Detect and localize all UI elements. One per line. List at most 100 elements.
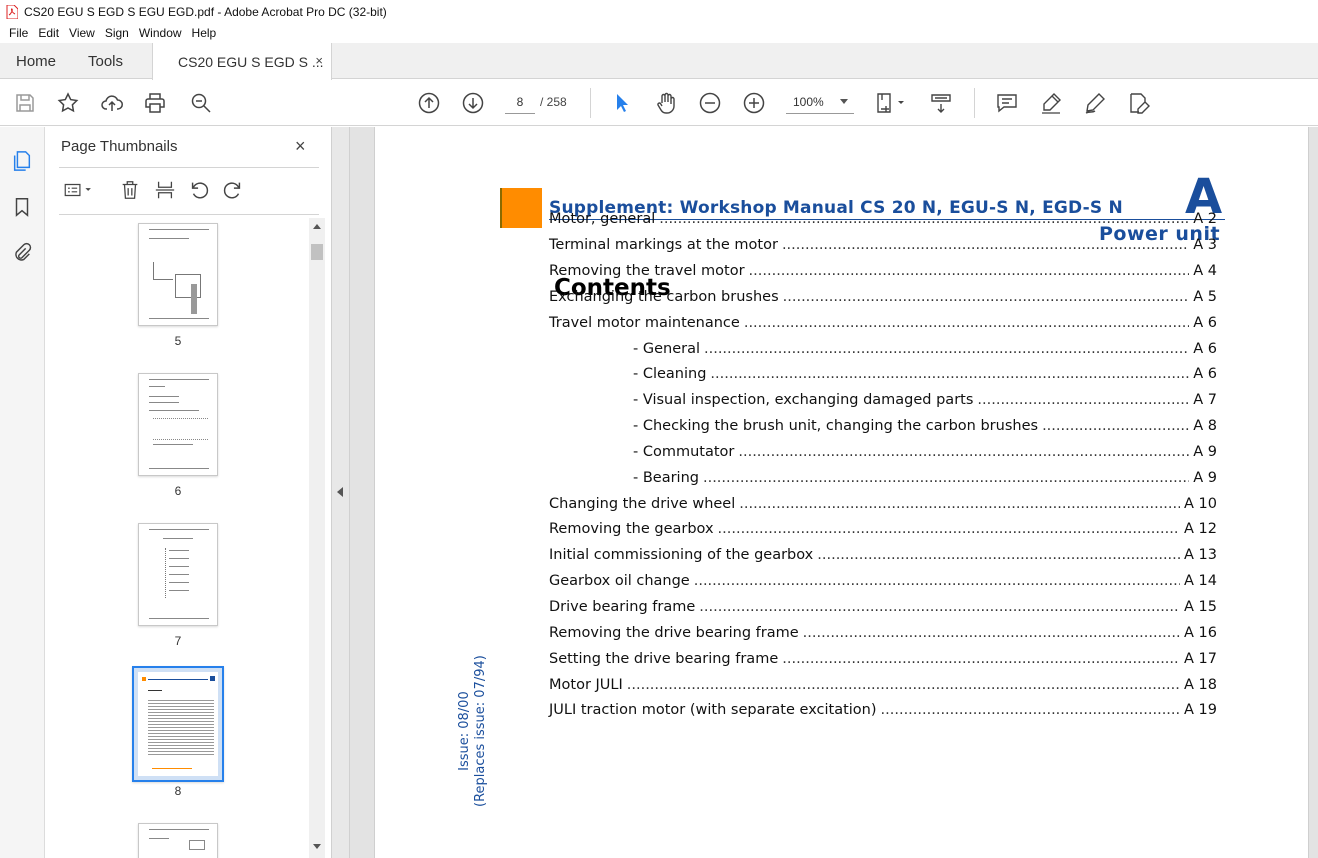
menu-edit[interactable]: Edit <box>38 26 59 40</box>
toc-entry[interactable]: - Commutator............................… <box>549 444 1217 464</box>
menu-window[interactable]: Window <box>139 26 182 40</box>
panel-splitter[interactable] <box>331 127 350 858</box>
search-icon <box>191 93 211 113</box>
toc-entry[interactable]: Removing the travel motor...............… <box>549 263 1217 283</box>
toc-entry-page: A 5 <box>1193 289 1217 305</box>
toc-leader-dots: ........................................… <box>710 366 1189 382</box>
thumbnail-page-number: 7 <box>174 634 182 648</box>
page-fit-icon <box>877 93 904 113</box>
menu-file[interactable]: File <box>9 26 28 40</box>
page-fit-button[interactable] <box>872 90 908 116</box>
tab-document[interactable]: CS20 EGU S EGD S ... × <box>152 43 332 80</box>
fill-sign-button[interactable] <box>1126 90 1152 116</box>
draw-button[interactable] <box>1082 90 1108 116</box>
thumbnails-scrollbar[interactable] <box>309 218 325 858</box>
toc-entry[interactable]: Drive bearing frame.....................… <box>549 599 1217 619</box>
toc-entry[interactable]: Changing the drive wheel................… <box>549 496 1217 516</box>
toc-entry[interactable]: Motor, general..........................… <box>549 211 1217 231</box>
thumbnail-options-button[interactable] <box>59 177 99 203</box>
upload-button[interactable] <box>99 90 125 116</box>
toc-leader-dots: ........................................… <box>782 651 1181 667</box>
page-thumbnail-5[interactable] <box>138 223 218 326</box>
select-tool-button[interactable] <box>609 90 635 116</box>
page-number-input[interactable]: 8 <box>505 90 535 114</box>
toc-entry-page: A 13 <box>1184 547 1217 563</box>
highlighter-icon <box>1042 93 1061 114</box>
page-thumbnails-nav-button[interactable] <box>10 149 34 173</box>
menu-view[interactable]: View <box>69 26 95 40</box>
toc-entry-title: Removing the drive bearing frame <box>549 625 799 641</box>
scroll-up-icon[interactable] <box>313 224 321 229</box>
plus-circle-icon <box>743 92 765 114</box>
toc-entry-page: A 8 <box>1193 418 1217 434</box>
rotate-right-button[interactable] <box>220 177 246 203</box>
tab-home[interactable]: Home <box>16 43 56 79</box>
panel-divider <box>59 167 319 168</box>
menu-help[interactable]: Help <box>192 26 217 40</box>
toc-entry[interactable]: - Checking the brush unit, changing the … <box>549 418 1217 438</box>
rotate-left-button[interactable] <box>186 177 212 203</box>
scroll-mode-icon <box>931 94 951 113</box>
bookmarks-nav-button[interactable] <box>10 195 34 219</box>
zoom-out-button[interactable] <box>697 90 723 116</box>
toc-entry-title: JULI traction motor (with separate excit… <box>549 702 877 718</box>
zoom-value: 100% <box>793 94 824 109</box>
menu-sign[interactable]: Sign <box>105 26 129 40</box>
hand-icon <box>657 92 675 114</box>
toc-entry-page: A 10 <box>1184 496 1217 512</box>
toc-entry[interactable]: Travel motor maintenance................… <box>549 315 1217 335</box>
hand-tool-button[interactable] <box>653 90 679 116</box>
comment-button[interactable] <box>994 90 1020 116</box>
save-button[interactable] <box>12 90 38 116</box>
toc-entry[interactable]: Terminal markings at the motor..........… <box>549 237 1217 257</box>
next-page-button[interactable] <box>460 90 486 116</box>
toc-entry-title: Gearbox oil change <box>549 573 690 589</box>
toc-entry-title: - Bearing <box>633 470 699 486</box>
toc-entry-title: Initial commissioning of the gearbox <box>549 547 814 563</box>
bookmark-star-button[interactable] <box>55 90 81 116</box>
toc-entry[interactable]: Exchanging the carbon brushes...........… <box>549 289 1217 309</box>
page-thumbnail-6[interactable] <box>138 373 218 476</box>
toc-entry[interactable]: JULI traction motor (with separate excit… <box>549 702 1217 722</box>
panel-close-icon[interactable]: × <box>295 136 306 157</box>
tab-close-icon[interactable]: × <box>315 53 323 68</box>
scroll-down-icon[interactable] <box>313 844 321 849</box>
pen-icon <box>1085 93 1105 114</box>
previous-page-button[interactable] <box>416 90 442 116</box>
toc-entry[interactable]: Removing the gearbox....................… <box>549 521 1217 541</box>
toc-entry[interactable]: - Bearing...............................… <box>549 470 1217 490</box>
highlight-button[interactable] <box>1038 90 1064 116</box>
page-thumbnail-7[interactable] <box>138 523 218 626</box>
toc-entry[interactable]: Setting the drive bearing frame.........… <box>549 651 1217 671</box>
thumbnail-page-number: 8 <box>174 784 182 798</box>
toc-entry[interactable]: - General...............................… <box>549 341 1217 361</box>
toc-entry[interactable]: Initial commissioning of the gearbox....… <box>549 547 1217 567</box>
rotate-cw-icon <box>223 182 241 199</box>
extract-page-button[interactable] <box>152 177 178 203</box>
page-thumbnail-8-selected[interactable] <box>132 666 224 782</box>
delete-page-button[interactable] <box>117 177 143 203</box>
toc-entry-title: Changing the drive wheel <box>549 496 736 512</box>
scrollbar-thumb[interactable] <box>311 244 323 260</box>
document-viewport[interactable]: Supplement: Workshop Manual CS 20 N, EGU… <box>350 127 1318 858</box>
toc-entry[interactable]: Removing the drive bearing frame........… <box>549 625 1217 645</box>
toc-entry[interactable]: - Cleaning..............................… <box>549 366 1217 386</box>
toc-entry[interactable]: - Visual inspection, exchanging damaged … <box>549 392 1217 412</box>
find-button[interactable] <box>188 90 214 116</box>
toc-entry[interactable]: Gearbox oil change......................… <box>549 573 1217 593</box>
zoom-select[interactable]: 100% <box>786 90 854 114</box>
page-thumbnail-9[interactable] <box>138 823 218 858</box>
tab-tools[interactable]: Tools <box>88 43 123 79</box>
scroll-mode-button[interactable] <box>928 90 954 116</box>
toc-leader-dots: ........................................… <box>817 547 1180 563</box>
attachments-nav-button[interactable] <box>10 241 34 265</box>
toc-entry[interactable]: Motor JULI..............................… <box>549 677 1217 697</box>
collapse-panel-icon[interactable] <box>337 487 343 497</box>
title-bar: CS20 EGU S EGD S EGU EGD.pdf - Adobe Acr… <box>0 0 1318 23</box>
toc-leader-dots: ........................................… <box>693 573 1181 589</box>
toc-leader-dots: ........................................… <box>626 677 1180 693</box>
zoom-in-button[interactable] <box>741 90 767 116</box>
print-button[interactable] <box>142 90 168 116</box>
toc-entry-title: - General <box>633 341 700 357</box>
trash-icon <box>122 181 138 199</box>
